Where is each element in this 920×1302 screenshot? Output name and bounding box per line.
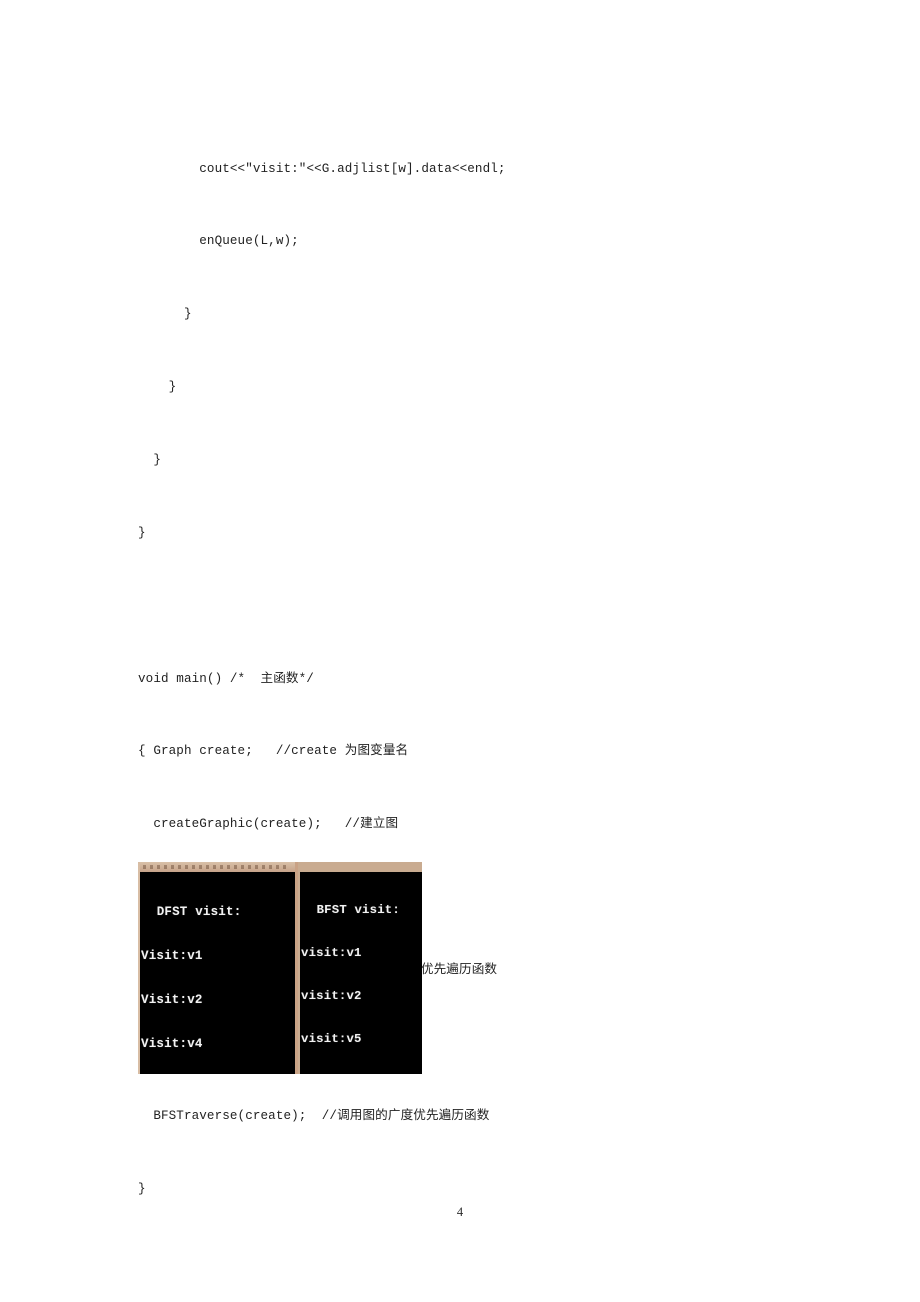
code-line: enQueue(L,w);: [138, 234, 299, 249]
console-row: Visit:v1: [141, 948, 203, 963]
code-line: cout<<"visit:"<<G.adjlist[w].data<<endl;: [138, 161, 506, 176]
code-line: }: [138, 1181, 146, 1196]
console-row: visit:v1: [301, 946, 362, 961]
document-content: cout<<"visit:"<<G.adjlist[w].data<<endl;…: [138, 108, 778, 1302]
console-screen-dfs: DFST visit: Visit:v1 Visit:v2 Visit:v4 V…: [140, 872, 295, 1074]
console-header: DFST visit:: [149, 905, 242, 920]
code-line: BFSTraverse(create); //调用图的广度优先遍历函数: [138, 1108, 490, 1123]
console-screenshots: DFST visit: Visit:v1 Visit:v2 Visit:v4 V…: [138, 862, 422, 1074]
code-line: }: [138, 307, 192, 322]
code-line: }: [138, 453, 161, 468]
console-window-bfs: BFST visit: visit:v1 visit:v2 visit:v5 v…: [300, 872, 422, 1074]
console-screen-bfs: BFST visit: visit:v1 visit:v2 visit:v5 v…: [300, 872, 422, 1074]
console-row: visit:v5: [301, 1032, 362, 1047]
code-line: { Graph create; //create 为图变量名: [138, 744, 409, 759]
code-block-tail: cout<<"visit:"<<G.adjlist[w].data<<endl;…: [138, 108, 778, 594]
page-number: 4: [456, 1205, 464, 1219]
code-line: createGraphic(create); //建立图: [138, 817, 399, 832]
document-page: cout<<"visit:"<<G.adjlist[w].data<<endl;…: [0, 0, 920, 1302]
console-titlebar: [140, 862, 295, 872]
console-header: BFST visit:: [309, 902, 400, 917]
code-line: }: [138, 526, 146, 541]
console-window-dfs: DFST visit: Visit:v1 Visit:v2 Visit:v4 V…: [138, 862, 298, 1074]
input-section: 输入： please input the vertexs' number and…: [138, 1280, 778, 1302]
console-row: visit:v2: [301, 989, 362, 1004]
code-line: void main() /* 主函数*/: [138, 671, 314, 686]
code-line: }: [138, 380, 177, 395]
console-row: Visit:v2: [141, 992, 203, 1007]
console-row: Visit:v4: [141, 1036, 203, 1051]
